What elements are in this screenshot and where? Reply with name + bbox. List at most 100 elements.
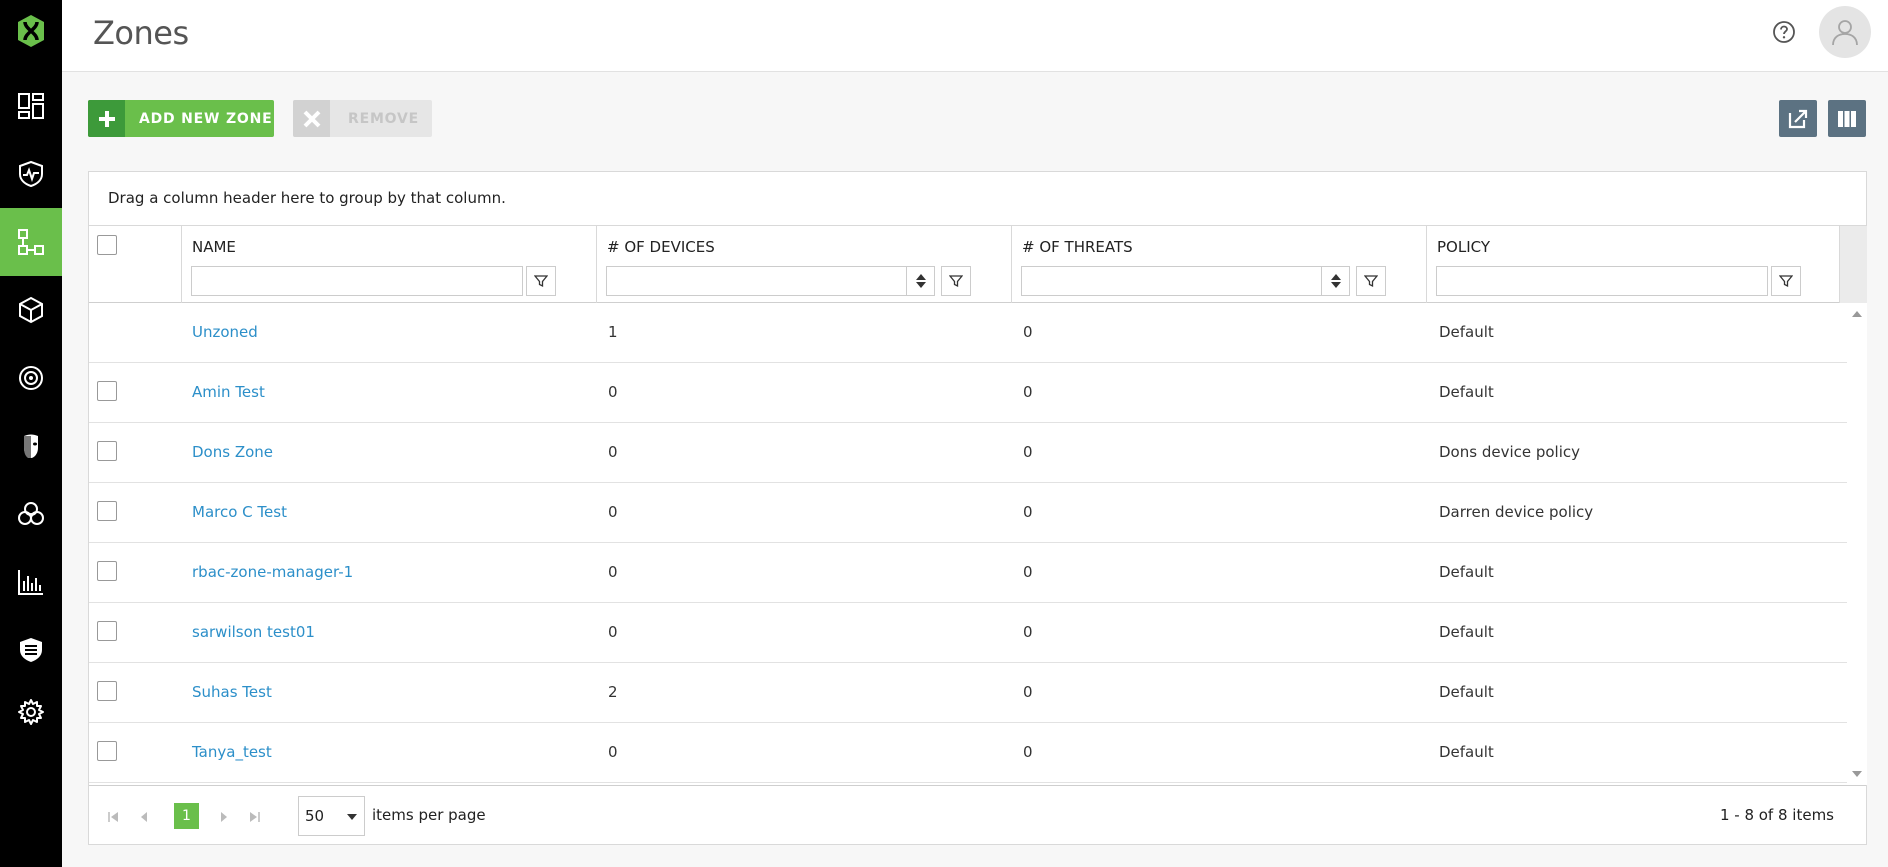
select-all-checkbox[interactable] bbox=[97, 235, 117, 255]
zone-name-link[interactable]: sarwilson test01 bbox=[192, 623, 315, 641]
zone-name-link[interactable]: Tanya_test bbox=[192, 743, 272, 761]
filter-icon bbox=[949, 275, 963, 288]
row-checkbox[interactable] bbox=[97, 501, 117, 521]
threats-count: 0 bbox=[1023, 563, 1033, 581]
table-row[interactable]: Dons Zone 0 0 Dons device policy bbox=[89, 423, 1847, 483]
zones-grid: Drag a column header here to group by th… bbox=[88, 171, 1867, 845]
threats-spinner[interactable] bbox=[1322, 266, 1350, 296]
target-icon bbox=[19, 366, 43, 390]
next-page-button[interactable] bbox=[217, 811, 231, 823]
column-label-devices: # OF DEVICES bbox=[607, 238, 715, 256]
current-page-button[interactable]: 1 bbox=[174, 803, 199, 829]
devices-filter-button[interactable] bbox=[941, 266, 971, 296]
sidebar-item-packages[interactable] bbox=[0, 276, 62, 344]
scroll-up-arrow-icon[interactable] bbox=[1852, 311, 1862, 317]
first-page-button[interactable] bbox=[107, 811, 121, 823]
items-per-page-label: items per page bbox=[372, 806, 486, 824]
devices-count: 1 bbox=[608, 323, 618, 341]
threats-count: 0 bbox=[1023, 623, 1033, 641]
help-icon[interactable] bbox=[1772, 20, 1796, 44]
sidebar-item-biohazard[interactable] bbox=[0, 480, 62, 548]
table-row[interactable]: sarwilson test01 0 0 Default bbox=[89, 603, 1847, 663]
chevron-down-icon bbox=[347, 814, 357, 820]
threats-filter-input[interactable] bbox=[1021, 266, 1322, 296]
grid-header: NAME # OF DEVICES # OF THREATS POLICY bbox=[89, 226, 1867, 303]
name-filter-button[interactable] bbox=[526, 266, 556, 296]
sidebar-item-dashboard[interactable] bbox=[0, 72, 62, 140]
zone-name-link[interactable]: Amin Test bbox=[192, 383, 265, 401]
devices-filter-input[interactable] bbox=[606, 266, 907, 296]
user-avatar-icon bbox=[1832, 20, 1858, 46]
sidebar-item-threats[interactable] bbox=[0, 344, 62, 412]
sidebar-item-protect[interactable] bbox=[0, 412, 62, 480]
shield-heartbeat-icon bbox=[19, 160, 43, 188]
page-size-value: 50 bbox=[305, 807, 325, 825]
policy-filter-button[interactable] bbox=[1771, 266, 1801, 296]
table-row[interactable]: Amin Test 0 0 Default bbox=[89, 363, 1847, 423]
devices-spinner[interactable] bbox=[907, 266, 935, 296]
dashboard-icon bbox=[18, 93, 44, 119]
policy-name: Darren device policy bbox=[1439, 503, 1594, 521]
policy-filter-input[interactable] bbox=[1436, 266, 1768, 296]
page-size-select[interactable]: 50 bbox=[298, 796, 365, 836]
page-header: Zones bbox=[62, 0, 1888, 72]
devices-count: 2 bbox=[608, 683, 618, 701]
policy-name: Default bbox=[1439, 623, 1494, 641]
devices-count: 0 bbox=[608, 383, 618, 401]
sidebar-item-zones[interactable] bbox=[0, 208, 62, 276]
sidebar-item-reports[interactable] bbox=[0, 548, 62, 616]
table-row[interactable]: Marco C Test 0 0 Darren device policy bbox=[89, 483, 1847, 543]
sidebar-item-policies[interactable] bbox=[0, 616, 62, 684]
filter-icon bbox=[1779, 275, 1793, 288]
row-checkbox[interactable] bbox=[97, 381, 117, 401]
export-button[interactable] bbox=[1779, 100, 1817, 137]
policy-name: Default bbox=[1439, 383, 1494, 401]
zone-name-link[interactable]: Dons Zone bbox=[192, 443, 273, 461]
columns-button[interactable] bbox=[1828, 100, 1866, 137]
table-row[interactable]: Suhas Test 2 0 Default bbox=[89, 663, 1847, 723]
row-checkbox[interactable] bbox=[97, 681, 117, 701]
table-row[interactable]: Unzoned 1 0 Default bbox=[89, 303, 1847, 363]
column-label-name: NAME bbox=[192, 238, 236, 256]
name-filter-input[interactable] bbox=[191, 266, 523, 296]
devices-count: 0 bbox=[608, 443, 618, 461]
brand-logo[interactable] bbox=[0, 0, 62, 62]
remove-label: REMOVE bbox=[348, 110, 419, 127]
devices-count: 0 bbox=[608, 623, 618, 641]
previous-page-button[interactable] bbox=[137, 811, 151, 823]
sidebar-item-settings[interactable] bbox=[0, 678, 62, 746]
row-checkbox[interactable] bbox=[97, 441, 117, 461]
add-new-zone-button[interactable]: ADD NEW ZONE bbox=[88, 100, 274, 137]
spinner-up-icon bbox=[915, 274, 926, 280]
shield-list-icon bbox=[20, 638, 42, 662]
row-checkbox[interactable] bbox=[97, 561, 117, 581]
threats-filter-button[interactable] bbox=[1356, 266, 1386, 296]
zone-name-link[interactable]: Unzoned bbox=[192, 323, 258, 341]
spinner-up-icon bbox=[1330, 274, 1341, 280]
zone-name-link[interactable]: rbac-zone-manager-1 bbox=[192, 563, 353, 581]
columns-icon bbox=[1838, 110, 1856, 127]
table-row[interactable]: Tanya_test 0 0 Default bbox=[89, 723, 1847, 783]
column-header-threats[interactable]: # OF THREATS bbox=[1011, 226, 1426, 303]
table-row[interactable]: rbac-zone-manager-1 0 0 Default bbox=[89, 543, 1847, 603]
row-checkbox[interactable] bbox=[97, 741, 117, 761]
bar-chart-icon bbox=[18, 570, 43, 595]
close-icon bbox=[293, 100, 330, 137]
row-checkbox[interactable] bbox=[97, 621, 117, 641]
group-by-bar[interactable]: Drag a column header here to group by th… bbox=[89, 172, 1866, 226]
zone-name-link[interactable]: Suhas Test bbox=[192, 683, 272, 701]
policy-name: Default bbox=[1439, 323, 1494, 341]
zone-name-link[interactable]: Marco C Test bbox=[192, 503, 287, 521]
column-header-devices[interactable]: # OF DEVICES bbox=[596, 226, 1011, 303]
policy-name: Default bbox=[1439, 563, 1494, 581]
last-page-button[interactable] bbox=[247, 811, 261, 823]
column-header-policy[interactable]: POLICY bbox=[1426, 226, 1839, 303]
scroll-down-arrow-icon[interactable] bbox=[1852, 771, 1862, 777]
column-header-name[interactable]: NAME bbox=[181, 226, 596, 303]
sidebar-item-protection[interactable] bbox=[0, 140, 62, 208]
threats-count: 0 bbox=[1023, 683, 1033, 701]
vertical-scrollbar[interactable] bbox=[1847, 303, 1867, 785]
next-page-icon bbox=[221, 812, 227, 822]
user-avatar[interactable] bbox=[1819, 6, 1871, 58]
remove-button[interactable]: REMOVE bbox=[293, 100, 432, 137]
